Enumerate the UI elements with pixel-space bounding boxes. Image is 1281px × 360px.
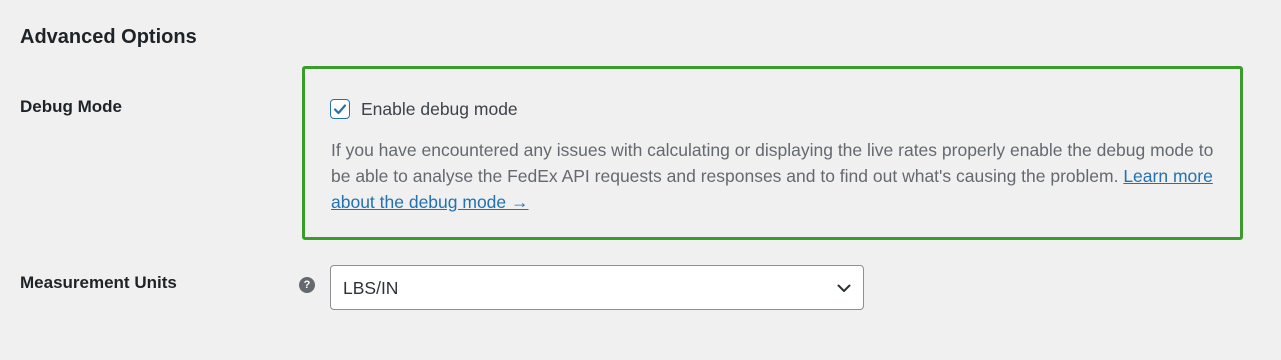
debug-description-text: If you have encountered any issues with … (331, 140, 1214, 186)
debug-mode-checkbox-row[interactable]: Enable debug mode (330, 98, 518, 120)
debug-mode-label: Debug Mode (20, 97, 122, 116)
section-title: Advanced Options (20, 26, 197, 48)
measurement-units-selected-value: LBS/IN (343, 277, 399, 298)
debug-mode-checkbox[interactable] (330, 99, 350, 119)
question-circle-icon[interactable]: ? (299, 277, 315, 293)
debug-mode-checkbox-label: Enable debug mode (361, 99, 518, 119)
checkmark-icon (333, 104, 347, 115)
measurement-units-label: Measurement Units (20, 273, 177, 292)
chevron-down-icon (836, 280, 852, 296)
debug-mode-description: If you have encountered any issues with … (331, 137, 1221, 215)
measurement-units-select[interactable]: LBS/IN (330, 265, 864, 310)
